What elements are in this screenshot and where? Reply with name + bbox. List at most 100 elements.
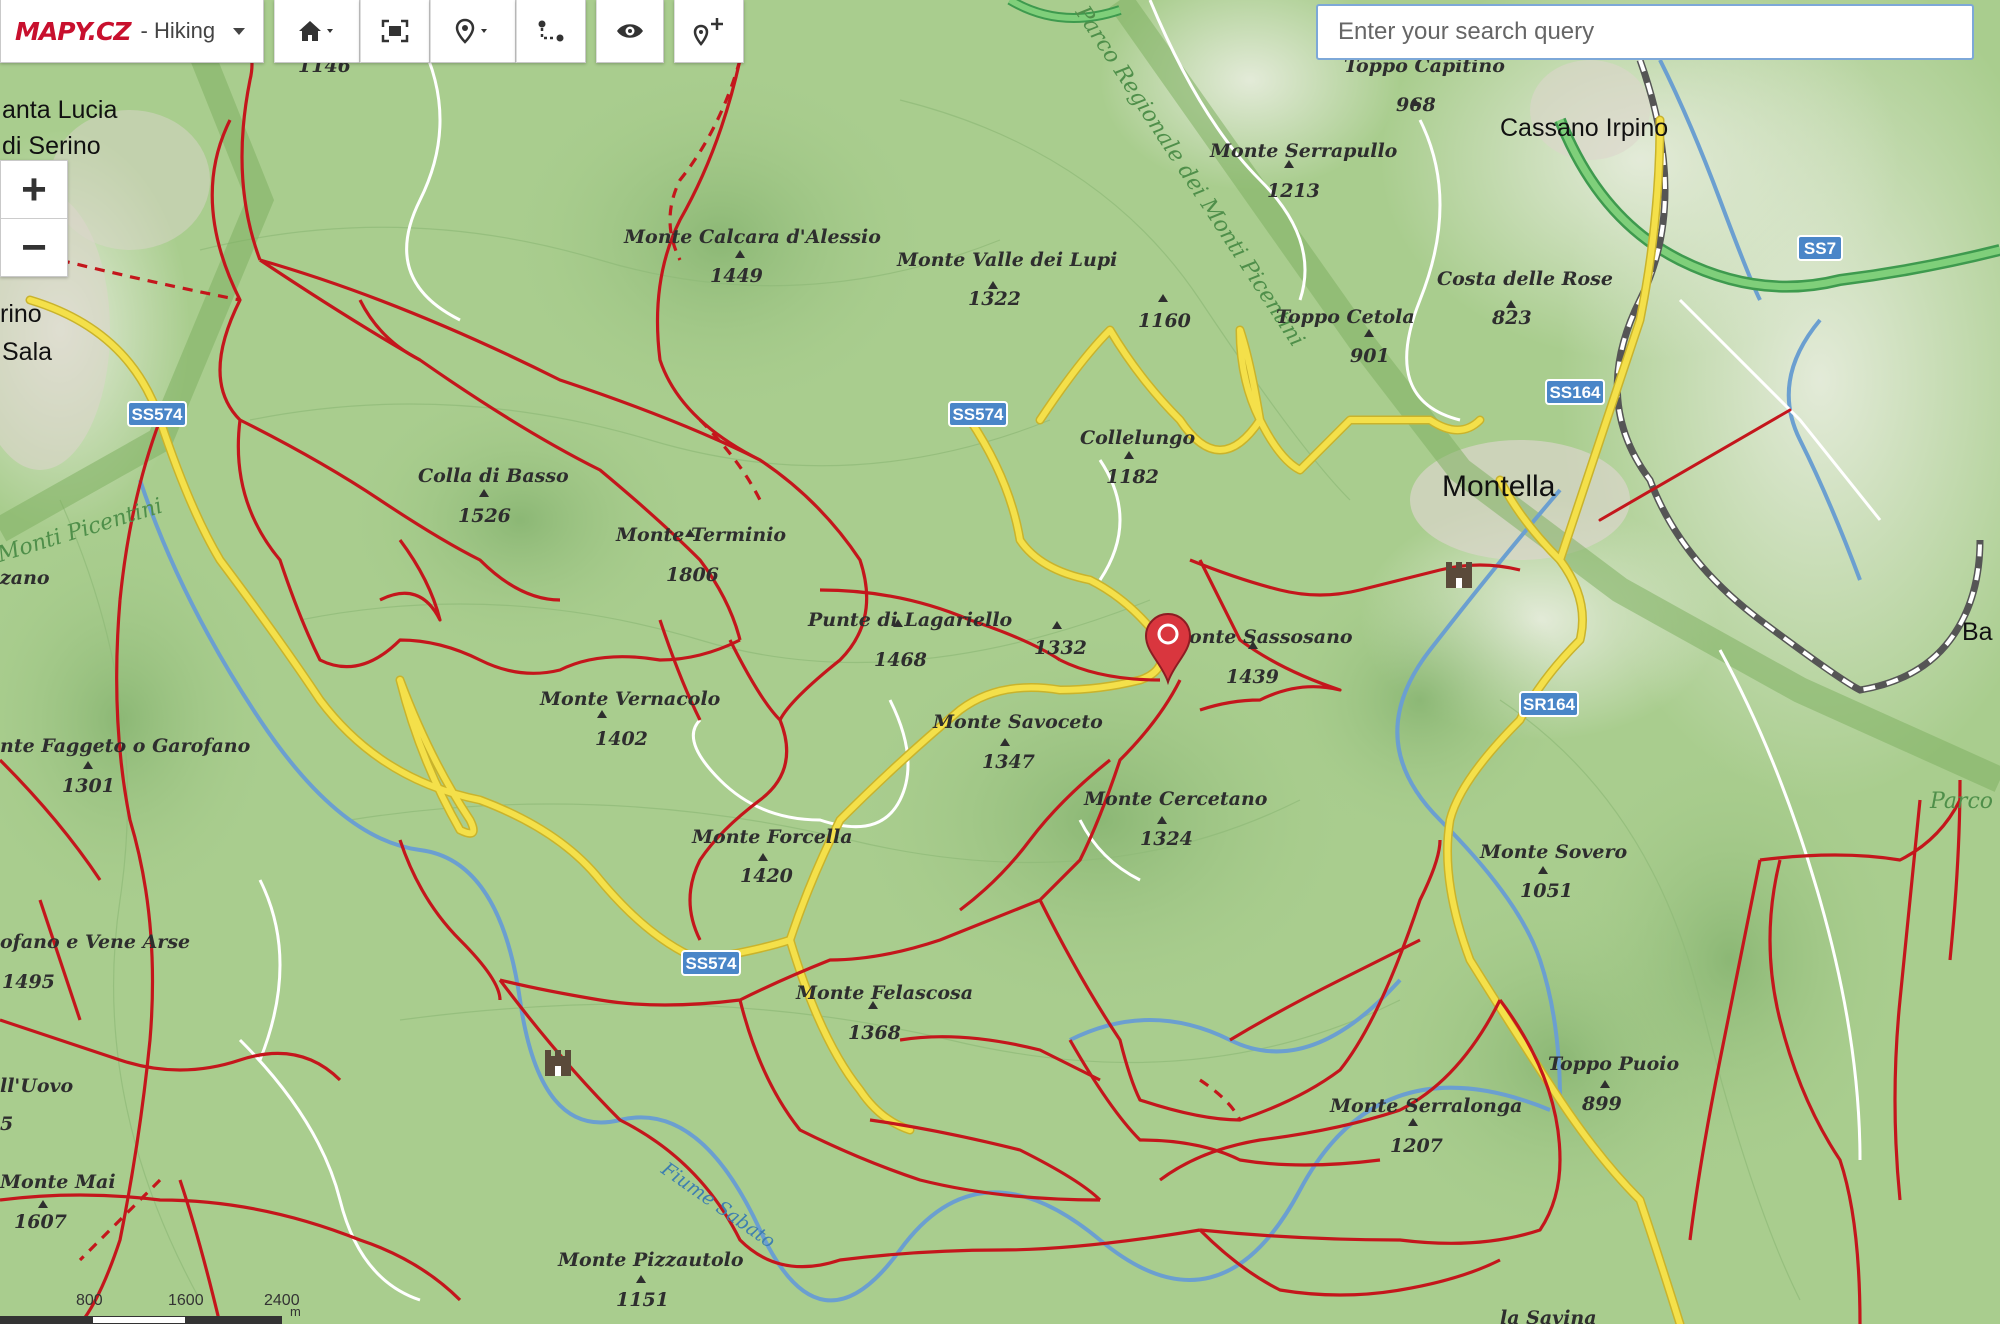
scale-label: 1600 <box>168 1292 204 1309</box>
peak-label: Monte Sassosano <box>1167 626 1353 648</box>
elevation-label: 1468 <box>874 649 927 671</box>
route-planner-button[interactable] <box>516 0 587 63</box>
map-canvas[interactable]: Parco Regionale dei Monti Picentini Mont… <box>0 0 2000 1324</box>
chevron-down-icon <box>233 27 246 35</box>
peak-label: Monte Felascosa <box>795 982 973 1004</box>
peak-label: zano <box>0 567 50 589</box>
peak-label: Toppo Cetola <box>1276 306 1415 328</box>
search-input[interactable] <box>1316 4 1974 60</box>
scale-segment <box>186 1316 282 1324</box>
zoom-out-button[interactable]: − <box>1 218 67 276</box>
top-toolbar: MAPY.CZ - Hiking <box>0 0 745 63</box>
elevation-label: 1324 <box>1140 828 1193 850</box>
elevation-label: 1402 <box>595 728 648 750</box>
peak-label: Monte Forcella <box>691 826 853 848</box>
elevation-label: 1151 <box>616 1289 669 1311</box>
my-location-button[interactable] <box>430 0 517 63</box>
road-shield: SS574 <box>948 401 1008 427</box>
eye-icon <box>617 24 644 38</box>
peak-label: Punte di Lagariello <box>807 609 1013 631</box>
svg-text:SS7: SS7 <box>1804 239 1836 258</box>
location-icon <box>455 18 488 44</box>
peak-label: nte Faggeto o Garofano <box>0 735 251 757</box>
map-mode-label: - Hiking <box>140 18 216 43</box>
elevation-label: 1420 <box>740 865 793 887</box>
castle-icon <box>1446 562 1472 588</box>
svg-text:SS574: SS574 <box>952 405 1004 424</box>
elevation-label: 1160 <box>1138 310 1191 332</box>
elevation-label: 1301 <box>62 775 115 797</box>
park-label-right: Parco <box>1929 789 1993 814</box>
peak-label: ll'Uovo <box>0 1075 74 1097</box>
elevation-label: 5 <box>0 1113 13 1135</box>
svg-text:SR164: SR164 <box>1523 695 1576 714</box>
fit-view-button[interactable] <box>360 0 431 63</box>
add-point-button[interactable] <box>674 0 745 63</box>
town-label: Sala <box>2 338 52 366</box>
peak-label: ofano e Vene Arse <box>0 931 190 953</box>
add-pin-icon <box>693 18 724 46</box>
elevation-label: 1439 <box>1226 666 1279 688</box>
peak-label: Monte Serrapullo <box>1209 140 1398 162</box>
castle-icon <box>545 1050 571 1076</box>
home-button[interactable] <box>274 0 361 63</box>
elevation-label: 1182 <box>1106 466 1159 488</box>
elevation-label: 1332 <box>1034 637 1087 659</box>
peak-label: Monte Valle dei Lupi <box>896 249 1117 271</box>
peak-label: Monte Sovero <box>1479 841 1628 863</box>
road-shield: SS574 <box>127 401 187 427</box>
elevation-label: 823 <box>1491 307 1532 329</box>
svg-text:SS164: SS164 <box>1549 383 1601 402</box>
elevation-label: 968 <box>1396 94 1436 116</box>
road-shield: SR164 <box>1519 691 1579 717</box>
elevation-label: 1213 <box>1267 180 1320 202</box>
peak-label: la Savina <box>1500 1307 1597 1324</box>
mapy-logo: MAPY.CZ <box>15 16 131 46</box>
elevation-label: 1322 <box>968 288 1021 310</box>
svg-text:SS574: SS574 <box>685 954 737 973</box>
town-label: rino <box>0 300 42 328</box>
layers-view-button[interactable] <box>596 0 665 63</box>
road-shield: SS7 <box>1797 235 1843 261</box>
road-shield: SS164 <box>1545 379 1605 405</box>
town-label-montella: Montella <box>1442 470 1556 503</box>
peak-label: Monte Cercetano <box>1083 788 1268 810</box>
scale-segment <box>0 1316 92 1324</box>
elevation-label: 1806 <box>666 564 719 586</box>
map-type-selector[interactable]: MAPY.CZ - Hiking <box>0 0 265 63</box>
zoom-in-button[interactable]: + <box>1 161 67 218</box>
peak-label: Colla di Basso <box>418 465 569 487</box>
peak-label: Monte Savoceto <box>932 711 1103 733</box>
elevation-label: 1607 <box>14 1211 67 1233</box>
zoom-control: + − <box>0 160 68 277</box>
scale-segment <box>92 1316 186 1324</box>
town-label: di Serino <box>2 132 101 160</box>
home-icon <box>299 21 334 41</box>
peak-label: Collelungo <box>1080 427 1195 449</box>
elevation-label: 1495 <box>2 971 55 993</box>
route-icon <box>538 20 564 42</box>
road-shield: SS574 <box>681 950 741 976</box>
elevation-label: 1207 <box>1390 1135 1443 1157</box>
town-label: Cassano Irpino <box>1500 114 1668 142</box>
peak-label: Monte Mai <box>0 1171 116 1193</box>
elevation-label: 1526 <box>458 505 511 527</box>
town-label: anta Lucia <box>2 96 117 124</box>
svg-text:SS574: SS574 <box>131 405 183 424</box>
toolbar-tools-group <box>274 0 587 63</box>
peak-label: Monte Serralonga <box>1329 1095 1522 1117</box>
scale-bar: 800 1600 2400 m <box>0 1290 301 1324</box>
elevation-label: 1449 <box>710 265 763 287</box>
scale-label: 800 <box>76 1292 103 1309</box>
fit-view-icon <box>381 19 409 43</box>
elevation-label: 899 <box>1581 1093 1622 1115</box>
terrain-layer <box>0 0 2000 1324</box>
peak-label: Costa delle Rose <box>1437 268 1613 290</box>
peak-label: Monte Terminio <box>615 524 786 546</box>
elevation-label: 901 <box>1350 345 1390 367</box>
peak-label: Monte Calcara d'Alessio <box>623 226 881 248</box>
elevation-label: 1051 <box>1520 880 1573 902</box>
elevation-label: 1368 <box>848 1022 901 1044</box>
town-label: Ba <box>1962 618 1993 646</box>
elevation-label: 1347 <box>982 751 1035 773</box>
